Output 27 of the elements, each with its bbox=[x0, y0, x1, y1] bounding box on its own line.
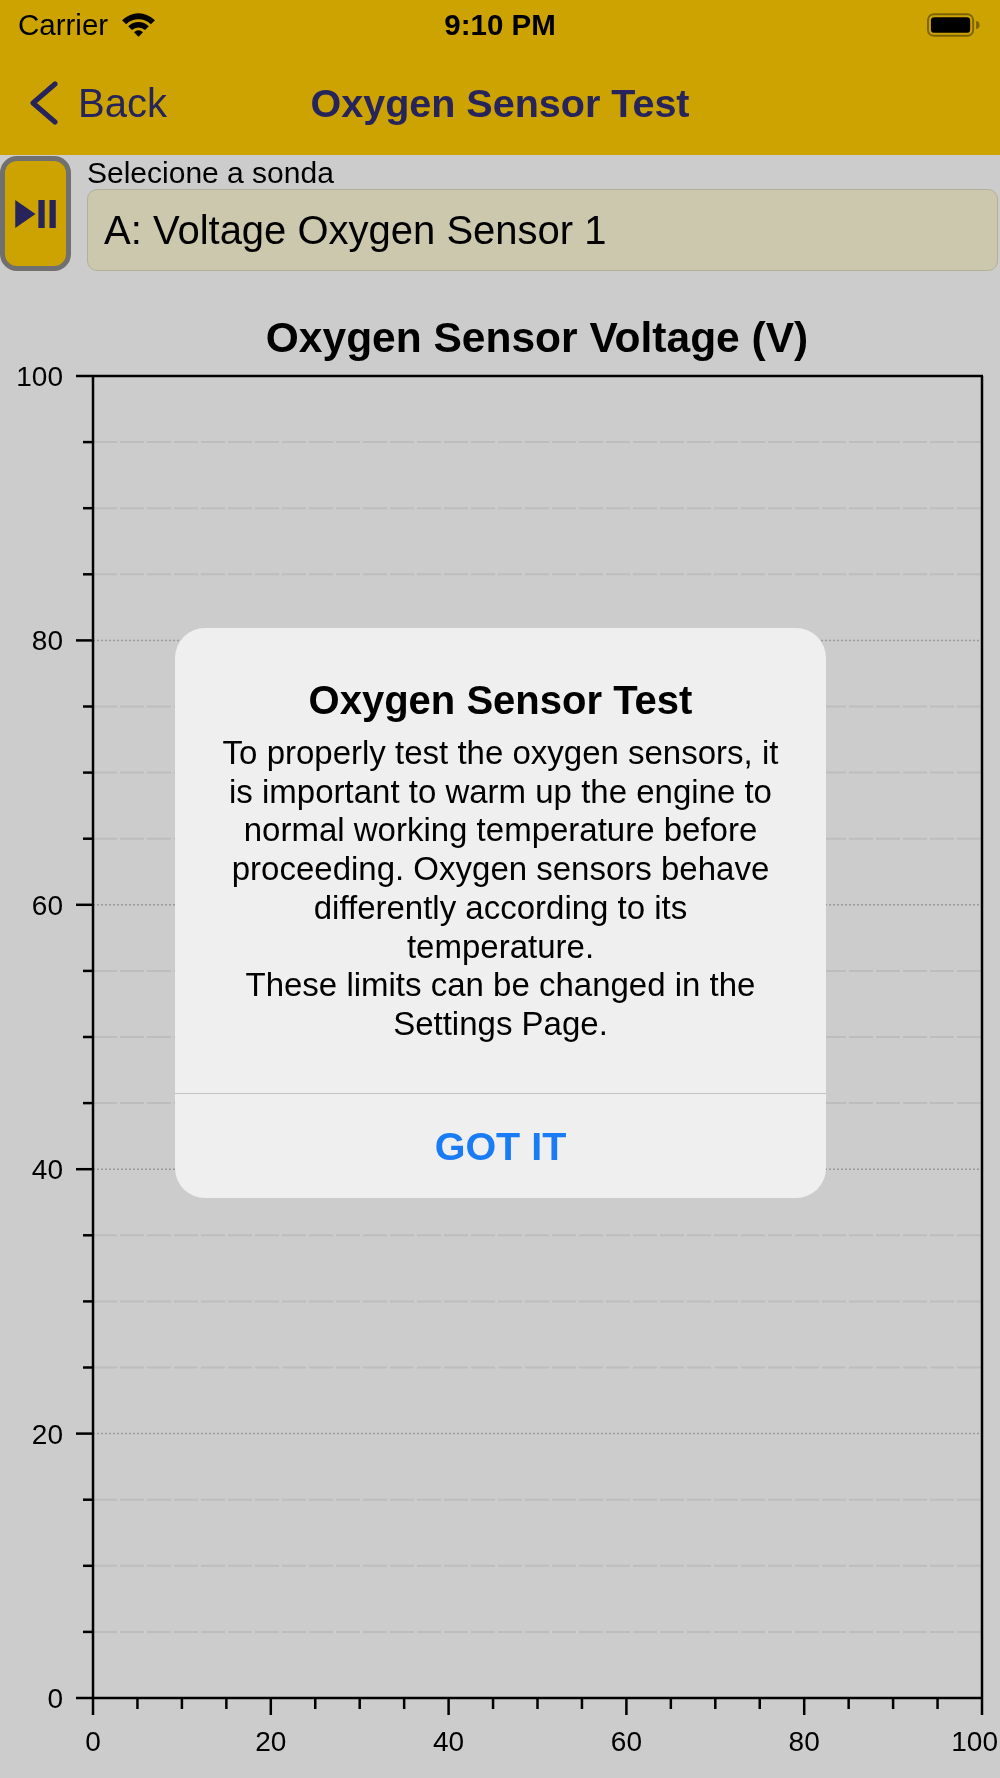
x-tick-label: 80 bbox=[788, 1726, 820, 1757]
x-tick-label: 60 bbox=[610, 1726, 642, 1757]
probe-label: Selecione a sonda bbox=[87, 156, 335, 189]
chart-title: Oxygen Sensor Voltage (V) bbox=[265, 315, 809, 361]
play-pause-button[interactable] bbox=[0, 156, 71, 271]
carrier-name: Carrier bbox=[18, 9, 109, 41]
x-tick-label: 40 bbox=[433, 1726, 465, 1757]
y-tick-label: 100 bbox=[16, 361, 63, 392]
alert-title: Oxygen Sensor Test bbox=[308, 677, 693, 723]
status-time: 9:10 PM bbox=[444, 9, 556, 41]
chevron-left-icon bbox=[29, 80, 59, 125]
battery-icon bbox=[927, 13, 980, 37]
y-tick-label: 40 bbox=[31, 1154, 63, 1186]
x-tick-label: 0 bbox=[85, 1726, 101, 1757]
y-tick-label: 80 bbox=[31, 625, 63, 657]
alert-message: To properly test the oxygen sensors, it is important to warm up the engine to normal working temperature before proceeding. Oxygen sensors behave differently according to its temperature. These limits can be changed in the Settings Page. bbox=[221, 734, 780, 1044]
got-it-button[interactable]: GOT IT bbox=[175, 1094, 826, 1198]
y-tick-label: 0 bbox=[47, 1683, 63, 1714]
back-button[interactable]: Back bbox=[29, 79, 167, 126]
play-pause-icon bbox=[15, 199, 56, 228]
nav-title: Oxygen Sensor Test bbox=[310, 79, 690, 127]
wifi-icon bbox=[122, 13, 156, 37]
y-tick-label: 20 bbox=[31, 1418, 63, 1450]
y-tick-label: 60 bbox=[31, 889, 63, 921]
probe-select-field[interactable]: A: Voltage Oxygen Sensor 1 bbox=[87, 189, 998, 271]
x-tick-label: 100 bbox=[951, 1726, 998, 1757]
x-tick-label: 20 bbox=[255, 1726, 287, 1757]
